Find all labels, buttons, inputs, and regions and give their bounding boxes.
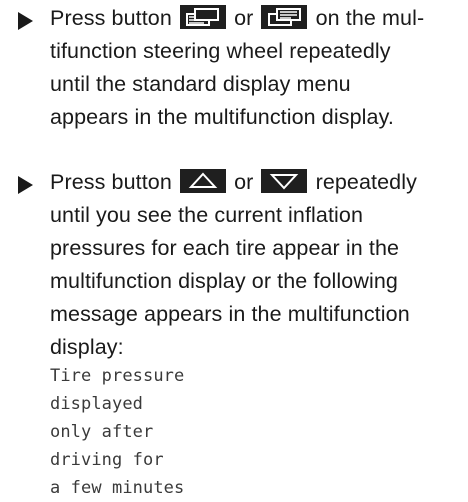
- display-message-line: displayed: [50, 394, 144, 414]
- display-message-line: driving for: [50, 450, 164, 470]
- step-1-line-3: until the standard display menu: [50, 72, 351, 96]
- step-2-line-3: pressures for each tire appear in the: [50, 236, 400, 260]
- step-1-line-2: tifunction steering wheel repeatedly: [50, 39, 391, 63]
- display-page-back-icon: [186, 8, 219, 26]
- instruction-page: Press button or on the mul- tifunction s…: [0, 0, 468, 498]
- display-page-back-button: [180, 5, 226, 29]
- arrow-down-button: [261, 169, 308, 193]
- display-message-line: a few minutes: [50, 478, 185, 498]
- bullet-triangle-icon: [18, 176, 33, 194]
- display-message: Tire pressure displayed only after drivi…: [50, 362, 462, 502]
- display-page-forward-button: [261, 5, 308, 29]
- arrow-down-icon: [270, 174, 299, 190]
- step-1-post: on the mul-: [315, 6, 425, 30]
- step-2-line-4: multifunction display or the following: [50, 269, 398, 293]
- step-2-pre: Press button: [50, 170, 172, 194]
- step-2-post: repeatedly: [315, 170, 417, 194]
- arrow-up-button: [180, 169, 226, 193]
- bullet-triangle-icon: [18, 12, 33, 30]
- step-1-text: Press button or on the mul- tifunction s…: [50, 2, 462, 134]
- arrow-up-icon: [188, 172, 218, 188]
- display-page-forward-icon: [268, 8, 302, 26]
- display-message-line: only after: [50, 422, 154, 442]
- display-message-line: Tire pressure: [50, 366, 185, 386]
- step-2-line-1: Press button or repeatedly: [50, 166, 462, 199]
- step-2-line-5: message appears in the multifunction: [50, 302, 410, 326]
- step-1-line-4: appears in the multifunction display.: [50, 105, 394, 129]
- step-1-pre: Press button: [50, 6, 172, 30]
- step-2-text: Press button or repeatedly until you see…: [50, 166, 462, 502]
- step-1-or: or: [234, 6, 254, 30]
- step-2-line-2: until you see the current inflation: [50, 203, 364, 227]
- step-2-line-6: display:: [50, 335, 124, 359]
- step-1-line-1: Press button or on the mul-: [50, 2, 462, 35]
- step-2-or: or: [234, 170, 254, 194]
